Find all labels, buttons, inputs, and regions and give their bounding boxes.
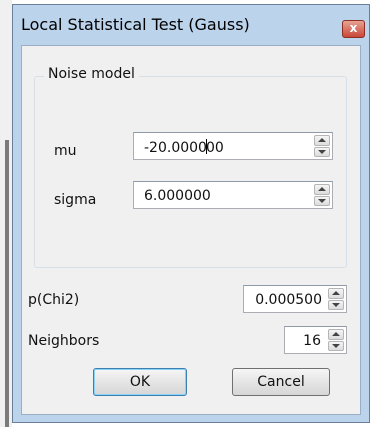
title-bar[interactable]: Local Statistical Test (Gauss) x xyxy=(13,5,369,45)
background-scrollbar xyxy=(5,140,9,427)
cancel-button[interactable]: Cancel xyxy=(232,368,330,396)
sigma-label: sigma xyxy=(54,192,97,208)
sigma-spinbox[interactable]: 6.000000 xyxy=(133,181,333,209)
dialog-window: Local Statistical Test (Gauss) x Noise m… xyxy=(12,4,370,423)
pchi2-input[interactable]: 0.000500 xyxy=(255,292,322,308)
neighbors-increment-icon[interactable] xyxy=(328,329,344,340)
mu-spinbox[interactable]: -20.000000 xyxy=(133,132,333,160)
ok-button[interactable]: OK xyxy=(93,368,187,396)
neighbors-input[interactable]: 16 xyxy=(303,333,321,349)
pchi2-label: p(Chi2) xyxy=(28,292,80,308)
neighbors-label: Neighbors xyxy=(28,333,100,349)
mu-input[interactable]: -20.000000 xyxy=(144,139,224,156)
sigma-decrement-icon[interactable] xyxy=(314,195,330,206)
pchi2-increment-icon[interactable] xyxy=(328,288,344,299)
pchi2-spin-arrows xyxy=(328,288,344,310)
sigma-input[interactable]: 6.000000 xyxy=(144,188,211,204)
pchi2-spinbox[interactable]: 0.000500 xyxy=(243,285,347,313)
mu-spin-arrows xyxy=(314,135,330,157)
sigma-spin-arrows xyxy=(314,184,330,206)
close-icon: x xyxy=(349,21,358,35)
mu-decrement-icon[interactable] xyxy=(314,146,330,157)
neighbors-spinbox[interactable]: 16 xyxy=(284,326,347,354)
noise-model-group-label: Noise model xyxy=(44,66,139,82)
mu-label: mu xyxy=(54,143,77,159)
background-window-edge xyxy=(0,0,12,427)
close-button[interactable]: x xyxy=(342,20,365,38)
pchi2-decrement-icon[interactable] xyxy=(328,299,344,310)
mu-value-after-caret: 00 xyxy=(205,140,224,156)
mu-value-before-caret: -20.0000 xyxy=(144,140,207,156)
noise-model-group xyxy=(34,76,347,268)
mu-increment-icon[interactable] xyxy=(314,135,330,146)
dialog-client-area: Noise model mu -20.000000 sigma 6.000000… xyxy=(21,45,361,415)
neighbors-decrement-icon[interactable] xyxy=(328,340,344,351)
neighbors-spin-arrows xyxy=(328,329,344,351)
dialog-title: Local Statistical Test (Gauss) xyxy=(21,15,250,34)
sigma-increment-icon[interactable] xyxy=(314,184,330,195)
